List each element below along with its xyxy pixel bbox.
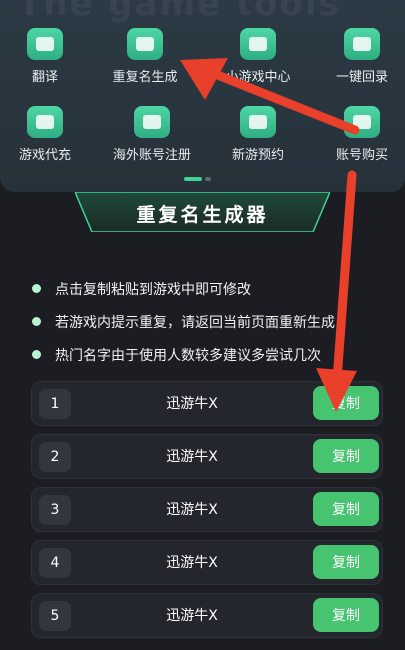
page-dot-active: [184, 177, 202, 181]
generated-name: 迅游牛X: [166, 555, 218, 571]
tool-label: 一键回录: [335, 70, 388, 85]
name-row: 3 迅游牛X 复制: [31, 487, 383, 532]
name-row: 5 迅游牛X 复制: [31, 593, 383, 638]
copy-button[interactable]: 复制: [313, 439, 379, 473]
user-card-icon: [344, 106, 380, 138]
tool-translate[interactable]: 翻译: [0, 28, 95, 85]
copy-button[interactable]: 复制: [313, 492, 379, 526]
page-indicator: [184, 177, 211, 181]
tip-text: 点击复制粘贴到游戏中即可修改: [55, 281, 251, 298]
row-index: 1: [39, 389, 71, 419]
gamepad-icon: [27, 106, 63, 138]
tool-overseas-account[interactable]: 海外账号注册: [102, 106, 202, 163]
calendar-clock-icon: [240, 106, 276, 138]
tip-text: 热门名字由于使用人数较多建议多尝试几次: [55, 347, 321, 364]
tool-label: 新游预约: [231, 148, 284, 163]
user-card-icon: [134, 106, 170, 138]
tools-panel: The game tools 翻译 重复名生成 小游戏中心 一键回录 游戏代充 …: [0, 0, 405, 192]
name-row: 2 迅游牛X 复制: [31, 434, 383, 479]
row-index: 4: [39, 548, 71, 578]
tool-duplicate-name[interactable]: 重复名生成: [95, 28, 195, 85]
tool-label: 翻译: [31, 70, 58, 85]
name-row: 4 迅游牛X 复制: [31, 540, 383, 585]
name-row: 1 迅游牛X 复制: [31, 381, 383, 426]
tool-game-topup[interactable]: 游戏代充: [0, 106, 95, 163]
tip-item: 点击复制粘贴到游戏中即可修改: [32, 272, 335, 305]
tool-mini-games[interactable]: 小游戏中心: [208, 28, 308, 85]
tips-list: 点击复制粘贴到游戏中即可修改 若游戏内提示重复，请返回当前页面重新生成 热门名字…: [32, 272, 335, 371]
page-title: 重复名生成器: [136, 204, 269, 226]
tool-new-game-reserve[interactable]: 新游预约: [208, 106, 308, 163]
arrow-shaft-2: [332, 170, 357, 385]
generated-name: 迅游牛X: [166, 396, 218, 412]
copy-button[interactable]: 复制: [313, 386, 379, 420]
tool-label: 小游戏中心: [225, 70, 291, 85]
tip-text: 若游戏内提示重复，请返回当前页面重新生成: [55, 314, 335, 331]
page-dot: [205, 177, 211, 181]
bullet-icon: [32, 350, 41, 359]
page-title-banner: 重复名生成器: [75, 192, 330, 232]
bullet-icon: [32, 317, 41, 326]
tool-label: 账号购买: [335, 148, 388, 163]
row-index: 5: [39, 601, 71, 631]
tool-one-click-record[interactable]: 一键回录: [312, 28, 405, 85]
translate-icon: [27, 28, 63, 60]
tool-account-purchase[interactable]: 账号购买: [312, 106, 405, 163]
banner-text: The game tools: [18, 0, 341, 24]
copy-button[interactable]: 复制: [313, 598, 379, 632]
tool-label: 游戏代充: [18, 148, 71, 163]
tip-item: 若游戏内提示重复，请返回当前页面重新生成: [32, 305, 335, 338]
copy-button[interactable]: 复制: [313, 545, 379, 579]
row-index: 2: [39, 442, 71, 472]
generated-name: 迅游牛X: [166, 608, 218, 624]
name-list: 1 迅游牛X 复制 2 迅游牛X 复制 3 迅游牛X 复制 4 迅游牛X 复制 …: [31, 381, 383, 646]
generated-name: 迅游牛X: [166, 449, 218, 465]
id-card-icon: [127, 28, 163, 60]
video-camera-icon: [344, 28, 380, 60]
tip-item: 热门名字由于使用人数较多建议多尝试几次: [32, 338, 335, 371]
generated-name: 迅游牛X: [166, 502, 218, 518]
row-index: 3: [39, 495, 71, 525]
ghost-icon: [240, 28, 276, 60]
tool-label: 重复名生成: [112, 70, 178, 85]
bullet-icon: [32, 284, 41, 293]
tool-label: 海外账号注册: [112, 148, 191, 163]
